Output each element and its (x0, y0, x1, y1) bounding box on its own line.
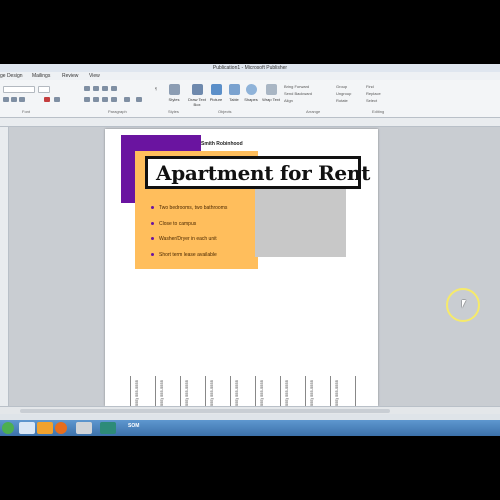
table-icon[interactable] (229, 84, 240, 95)
ungroup-button[interactable]: Ungroup (336, 91, 351, 96)
taskbar: SOM (0, 420, 500, 436)
columns-icon[interactable] (136, 97, 142, 102)
bold-icon[interactable] (3, 97, 9, 102)
scrollbar-thumb[interactable] (20, 409, 390, 413)
firefox-icon[interactable] (55, 422, 67, 434)
align-center-icon[interactable] (93, 97, 99, 102)
wrap-text-button[interactable]: Wrap Text (262, 97, 280, 102)
headline-text: Apartment for Rent (156, 161, 371, 185)
headline-box[interactable]: Apartment for Rent (145, 156, 370, 189)
group-label-arrange: Arrange (306, 109, 321, 114)
mouse-cursor-icon (462, 300, 466, 308)
publication-page[interactable]: Smith Robinhood Apartment for Rent Two b… (105, 129, 378, 430)
send-backward-button[interactable]: Send Backward (284, 91, 312, 96)
shapes-icon[interactable] (246, 84, 257, 95)
list-item: Close to campus (149, 221, 259, 237)
picture-button[interactable]: Picture (207, 97, 225, 102)
tear-off-divider (280, 376, 281, 406)
align-right-icon[interactable] (102, 97, 108, 102)
font-name-box[interactable] (3, 86, 35, 93)
group-button[interactable]: Group (336, 84, 347, 89)
horizontal-ruler (0, 118, 500, 127)
text-effects-icon[interactable] (54, 97, 60, 102)
tab-page-design[interactable]: ge Design (0, 72, 23, 80)
tear-off-divider (330, 376, 331, 406)
screen: Publication1 - Microsoft Publisher ge De… (0, 64, 500, 436)
picture-icon[interactable] (211, 84, 222, 95)
group-label-objects: Objects (218, 109, 232, 114)
wrap-text-icon[interactable] (266, 84, 277, 95)
rotate-button[interactable]: Rotate (336, 98, 348, 103)
media-player-icon[interactable] (19, 422, 35, 434)
pilcrow-icon[interactable]: ¶ (155, 86, 157, 91)
find-button[interactable]: Find (366, 84, 374, 89)
group-label-font: Font (22, 109, 31, 114)
group-label-paragraph: Paragraph (108, 109, 127, 114)
tear-off-divider (205, 376, 206, 406)
list-item: Short term lease available (149, 252, 259, 268)
indent-icon[interactable] (102, 86, 108, 91)
group-label-editing: Editing (372, 109, 385, 114)
font-color-icon[interactable] (44, 97, 50, 102)
font-size-box[interactable] (38, 86, 50, 93)
justify-icon[interactable] (111, 97, 117, 102)
company-name[interactable]: Smith Robinhood (201, 141, 243, 147)
taskbar-label[interactable]: SOM (128, 423, 139, 429)
publisher-icon[interactable] (100, 422, 116, 434)
ribbon: Font ¶ Paragraph Styles Styles Draw Text… (0, 80, 500, 118)
shapes-button[interactable]: Shapes (242, 97, 260, 102)
align-left-icon[interactable] (84, 97, 90, 102)
underline-icon[interactable] (19, 97, 25, 102)
outdent-icon[interactable] (111, 86, 117, 91)
tear-off-divider (155, 376, 156, 406)
tear-off-divider (305, 376, 306, 406)
group-label-styles: Styles (168, 109, 179, 114)
tear-off-divider (355, 376, 356, 406)
styles-icon[interactable] (169, 84, 180, 95)
bullets-icon[interactable] (84, 86, 90, 91)
text-box-icon[interactable] (192, 84, 203, 95)
numbering-icon[interactable] (93, 86, 99, 91)
align-button[interactable]: Align (284, 98, 293, 103)
tab-mailings[interactable]: Mailings (32, 72, 50, 80)
title-bar: Publication1 - Microsoft Publisher (0, 64, 500, 72)
window-title: Publication1 - Microsoft Publisher (212, 65, 288, 71)
list-item: Two bedrooms, two bathrooms (149, 205, 259, 221)
bring-forward-button[interactable]: Bring Forward (284, 84, 309, 89)
app-icon[interactable] (76, 422, 92, 434)
tear-off-divider (130, 376, 131, 406)
gray-rectangle[interactable] (255, 188, 346, 257)
table-button[interactable]: Table (225, 97, 243, 102)
italic-icon[interactable] (11, 97, 17, 102)
tear-off-divider (255, 376, 256, 406)
bullet-list[interactable]: Two bedrooms, two bathrooms Close to cam… (149, 205, 259, 267)
select-button[interactable]: Select (366, 98, 377, 103)
vertical-ruler (0, 127, 9, 406)
list-item: Washer/Dryer in each unit (149, 236, 259, 252)
tear-off-divider (180, 376, 181, 406)
tear-off-divider (230, 376, 231, 406)
start-icon[interactable] (2, 422, 14, 434)
tab-review[interactable]: Review (62, 72, 78, 80)
styles-button[interactable]: Styles (165, 97, 183, 102)
tab-view[interactable]: View (89, 72, 100, 80)
line-spacing-icon[interactable] (124, 97, 130, 102)
folder-icon[interactable] (37, 422, 53, 434)
replace-button[interactable]: Replace (366, 91, 381, 96)
draw-text-box-button[interactable]: Draw Text Box (188, 97, 206, 107)
